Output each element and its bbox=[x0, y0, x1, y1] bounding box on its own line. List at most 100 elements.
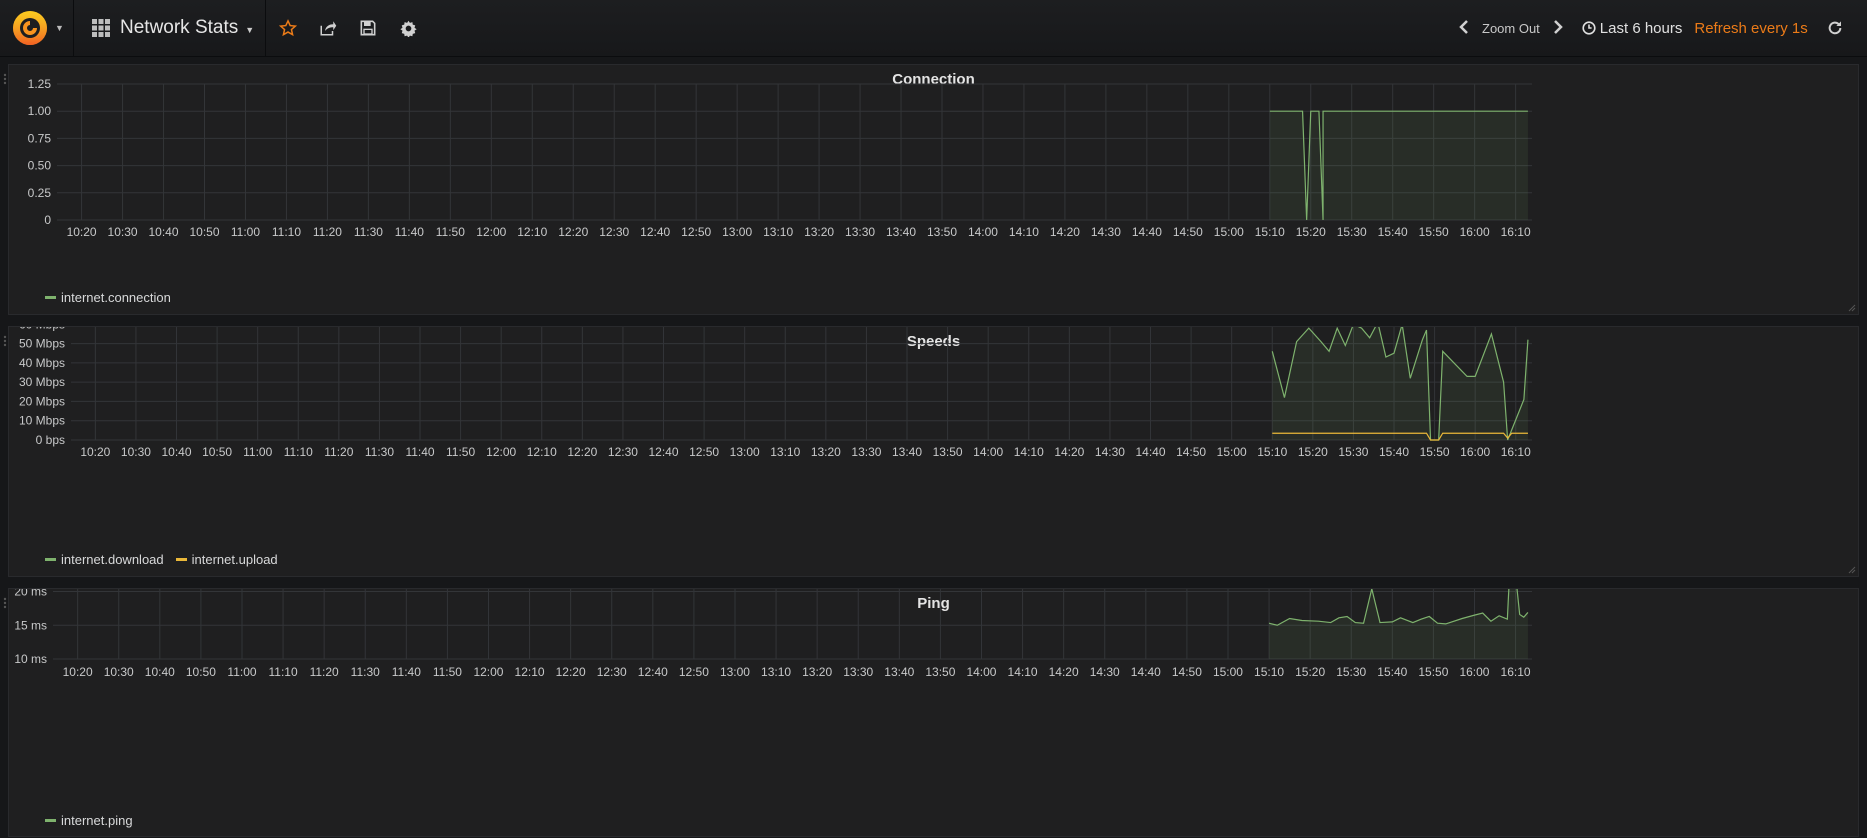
x-tick-label: 13:40 bbox=[886, 225, 916, 239]
x-tick-label: 15:50 bbox=[1418, 665, 1448, 679]
save-icon[interactable] bbox=[357, 17, 379, 39]
x-tick-label: 12:30 bbox=[608, 445, 638, 459]
series-area-fill bbox=[1269, 589, 1528, 659]
legend-item-download[interactable]: internet.download bbox=[45, 552, 164, 567]
legend-swatch bbox=[45, 296, 56, 299]
x-tick-label: 13:30 bbox=[845, 225, 875, 239]
ping-chart[interactable]: 10 ms15 ms20 ms25 ms30 ms10:2010:3010:40… bbox=[9, 589, 1860, 838]
refresh-interval-label[interactable]: Refresh every 1s bbox=[1694, 20, 1807, 37]
chevron-right-icon[interactable] bbox=[1552, 18, 1564, 39]
x-tick-label: 14:30 bbox=[1095, 445, 1125, 459]
time-controls: Zoom Out Last 6 hours Refresh every 1s bbox=[1458, 0, 1808, 56]
connection-chart[interactable]: 0 0.25 0.50 0.75 1.00 1.25 10:20 10:30 10:40 10:5… bbox=[9, 65, 1860, 316]
legend: internet.download internet.upload bbox=[45, 552, 278, 567]
x-tick-label: 15:20 bbox=[1298, 445, 1328, 459]
speeds-chart[interactable]: 0 bps 10 Mbps 20 Mbps 30 Mbps 40 Mbps 50 Mbps… bbox=[9, 327, 1860, 578]
legend-label: internet.connection bbox=[61, 290, 171, 305]
star-icon[interactable] bbox=[277, 17, 299, 39]
legend-swatch bbox=[45, 819, 56, 822]
x-tick-label: 11:10 bbox=[272, 225, 301, 239]
y-tick-label: 0.25 bbox=[28, 186, 52, 200]
x-tick-label: 15:10 bbox=[1254, 665, 1284, 679]
x-tick-label: 15:40 bbox=[1377, 665, 1407, 679]
x-tick-label: 13:10 bbox=[763, 225, 793, 239]
x-tick-label: 15:00 bbox=[1214, 225, 1244, 239]
x-tick-label: 10:30 bbox=[104, 665, 134, 679]
y-tick-label: 20 Mbps bbox=[19, 394, 65, 408]
x-tick-label: 10:30 bbox=[108, 225, 138, 239]
x-tick-label: 12:50 bbox=[679, 665, 709, 679]
x-tick-label: 11:20 bbox=[310, 665, 339, 679]
x-tick-label: 10:50 bbox=[202, 445, 232, 459]
x-tick-label: 13:00 bbox=[720, 665, 750, 679]
y-tick-label: 0 bps bbox=[36, 433, 65, 447]
dashboard-title-dropdown[interactable]: Network Stats ▼ bbox=[76, 0, 266, 56]
x-tick-label: 14:10 bbox=[1008, 665, 1038, 679]
x-tick-label: 13:00 bbox=[730, 445, 760, 459]
x-tick-label: 13:00 bbox=[722, 225, 752, 239]
x-tick-label: 13:50 bbox=[925, 665, 955, 679]
x-tick-label: 12:30 bbox=[599, 225, 629, 239]
x-tick-label: 11:20 bbox=[324, 445, 353, 459]
x-tick-label: 13:50 bbox=[927, 225, 957, 239]
dashboard-grid-icon bbox=[92, 19, 110, 37]
resize-handle-icon[interactable] bbox=[1848, 304, 1856, 312]
chevron-left-icon[interactable] bbox=[1458, 18, 1470, 39]
x-tick-label: 16:10 bbox=[1501, 445, 1531, 459]
legend: internet.connection bbox=[45, 290, 171, 305]
dashboard-title: Network Stats bbox=[120, 17, 239, 38]
y-tick-label: 15 ms bbox=[14, 618, 47, 632]
x-tick-label: 14:50 bbox=[1173, 225, 1203, 239]
drag-handle-icon[interactable] bbox=[3, 335, 7, 347]
drag-handle-icon[interactable] bbox=[3, 597, 7, 609]
legend-swatch bbox=[175, 558, 187, 561]
x-tick-label: 13:30 bbox=[843, 665, 873, 679]
panel-connection: Connection 0 0.25 0.50 0.75 1.00 1.25 10:20 10:… bbox=[3, 64, 1860, 316]
x-tick-label: 10:50 bbox=[189, 225, 219, 239]
y-tick-label: 0.50 bbox=[28, 159, 52, 173]
x-tick-label: 14:40 bbox=[1136, 445, 1166, 459]
x-tick-label: 11:50 bbox=[446, 445, 475, 459]
x-tick-label: 12:50 bbox=[681, 225, 711, 239]
legend-item-ping[interactable]: internet.ping bbox=[45, 813, 133, 828]
x-tick-label: 10:20 bbox=[67, 225, 97, 239]
share-icon[interactable] bbox=[317, 17, 339, 39]
time-range-picker[interactable]: Last 6 hours bbox=[1582, 19, 1683, 37]
x-tick-label: 16:00 bbox=[1460, 445, 1490, 459]
x-tick-label: 10:20 bbox=[80, 445, 110, 459]
x-tick-label: 14:20 bbox=[1054, 445, 1084, 459]
logo-caret-icon: ▼ bbox=[55, 23, 64, 33]
grafana-menu-button[interactable]: ▼ bbox=[0, 0, 74, 56]
x-tick-label: 14:00 bbox=[968, 225, 998, 239]
x-tick-label: 13:40 bbox=[892, 445, 922, 459]
drag-handle-icon[interactable] bbox=[3, 73, 7, 85]
x-tick-label: 16:10 bbox=[1501, 665, 1531, 679]
x-tick-label: 13:30 bbox=[851, 445, 881, 459]
x-tick-label: 10:20 bbox=[63, 665, 93, 679]
legend-item-upload[interactable]: internet.upload bbox=[175, 552, 278, 567]
x-tick-label: 15:20 bbox=[1296, 225, 1326, 239]
time-range-label: Last 6 hours bbox=[1599, 19, 1683, 37]
x-tick-label: 14:20 bbox=[1049, 665, 1079, 679]
x-tick-label: 11:30 bbox=[365, 445, 394, 459]
x-tick-label: 15:30 bbox=[1338, 445, 1368, 459]
settings-gear-icon[interactable] bbox=[397, 17, 419, 39]
x-tick-label: 13:20 bbox=[804, 225, 834, 239]
x-tick-label: 12:50 bbox=[689, 445, 719, 459]
x-tick-label: 13:50 bbox=[933, 445, 963, 459]
y-tick-label: 0.75 bbox=[28, 131, 52, 145]
x-tick-label: 12:40 bbox=[640, 225, 670, 239]
zoom-out-button[interactable]: Zoom Out bbox=[1482, 21, 1540, 36]
refresh-icon[interactable] bbox=[1824, 17, 1846, 39]
x-tick-label: 11:30 bbox=[354, 225, 383, 239]
x-tick-label: 11:00 bbox=[243, 445, 272, 459]
x-tick-label: 15:30 bbox=[1337, 225, 1367, 239]
legend-item-connection[interactable]: internet.connection bbox=[45, 290, 171, 305]
x-tick-label: 15:50 bbox=[1420, 445, 1450, 459]
resize-handle-icon[interactable] bbox=[1848, 566, 1856, 574]
y-tick-label: 1.00 bbox=[28, 104, 52, 118]
x-tick-label: 15:30 bbox=[1336, 665, 1366, 679]
x-tick-label: 14:30 bbox=[1091, 225, 1121, 239]
x-tick-label: 14:10 bbox=[1014, 445, 1044, 459]
x-tick-label: 10:40 bbox=[145, 665, 175, 679]
